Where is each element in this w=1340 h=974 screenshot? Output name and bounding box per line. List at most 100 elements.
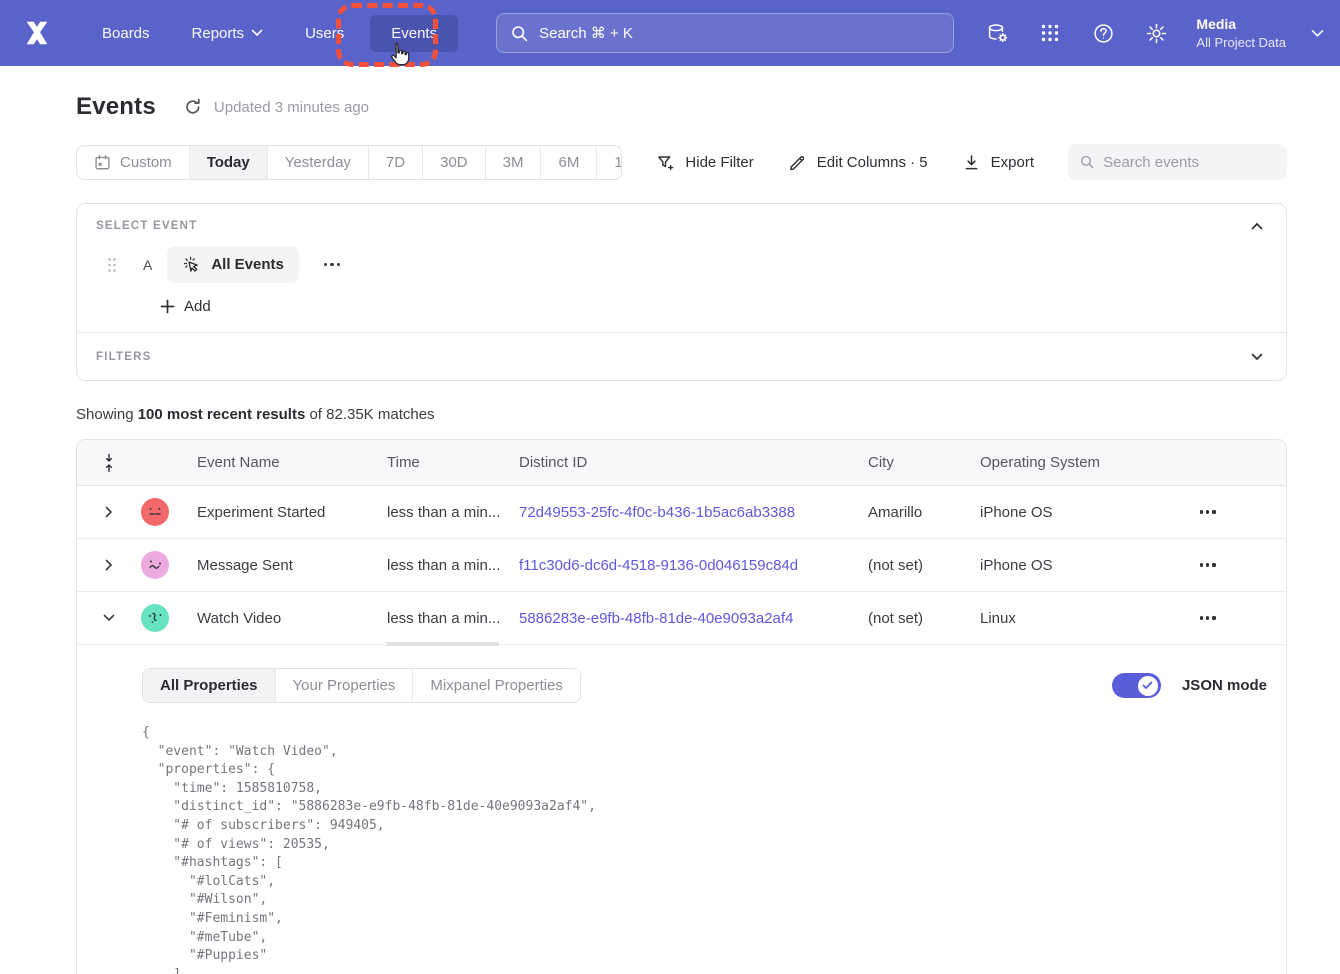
date-range-7d[interactable]: 7D xyxy=(368,146,422,179)
column-header-city[interactable]: City xyxy=(868,454,980,471)
refresh-button[interactable] xyxy=(184,98,202,116)
event-detail-panel: All Properties Your Properties Mixpanel … xyxy=(77,645,1286,974)
column-header-event-name[interactable]: Event Name xyxy=(197,454,387,471)
pencil-icon xyxy=(788,153,807,172)
top-navbar: Boards Reports Users Events Search ⌘ + K xyxy=(0,0,1340,66)
nav-item-boards[interactable]: Boards xyxy=(86,15,166,52)
tab-mixpanel-properties[interactable]: Mixpanel Properties xyxy=(412,669,580,702)
date-range-picker: Custom Today Yesterday 7D 30D 3M 6M 12M xyxy=(76,145,622,180)
event-row-more-button[interactable] xyxy=(318,257,346,272)
drag-handle[interactable] xyxy=(107,257,117,273)
global-search[interactable]: Search ⌘ + K xyxy=(496,13,954,53)
date-range-today[interactable]: Today xyxy=(189,146,267,179)
tab-all-properties[interactable]: All Properties xyxy=(143,669,275,702)
expand-filters-button[interactable] xyxy=(1247,349,1267,365)
chevron-down-icon xyxy=(251,29,263,37)
tab-your-properties[interactable]: Your Properties xyxy=(275,669,413,702)
event-name-cell[interactable]: Watch Video xyxy=(197,610,387,627)
column-header-time[interactable]: Time xyxy=(387,454,519,471)
city-cell: (not set) xyxy=(868,610,980,627)
city-cell: Amarillo xyxy=(868,504,980,521)
event-selector-chip[interactable]: All Events xyxy=(167,246,299,283)
column-header-distinct-id[interactable]: Distinct ID xyxy=(519,454,868,471)
database-gear-icon xyxy=(986,22,1009,45)
global-search-text: Search ⌘ + K xyxy=(539,24,633,42)
magic-cursor-icon xyxy=(182,255,201,274)
results-summary: Showing 100 most recent results of 82.35… xyxy=(76,406,1287,423)
json-mode-toggle[interactable] xyxy=(1112,673,1161,698)
toggle-knob xyxy=(1138,676,1158,696)
time-cell: less than a min... xyxy=(387,557,519,574)
chevron-down-icon xyxy=(1251,353,1263,361)
expand-row-button[interactable] xyxy=(77,554,141,576)
filter-icon xyxy=(656,153,675,172)
chevron-right-icon xyxy=(105,506,113,518)
project-selector[interactable]: Media All Project Data xyxy=(1196,15,1286,51)
export-button[interactable]: Export xyxy=(962,153,1034,172)
add-event-button[interactable]: Add xyxy=(160,298,211,315)
apps-grid-button[interactable] xyxy=(1031,14,1069,52)
date-range-12m[interactable]: 12M xyxy=(596,146,622,179)
event-chip-label: All Events xyxy=(211,256,284,273)
gear-icon xyxy=(1145,22,1168,45)
event-name-cell[interactable]: Message Sent xyxy=(197,557,387,574)
event-name-cell[interactable]: Experiment Started xyxy=(197,504,387,521)
distinct-id-link[interactable]: 72d49553-25fc-4f0c-b436-1b5ac6ab3388 xyxy=(519,504,795,521)
os-cell: iPhone OS xyxy=(980,504,1182,521)
mixpanel-logo-icon xyxy=(22,17,52,49)
horizontal-scrollbar[interactable] xyxy=(386,642,499,646)
date-range-yesterday[interactable]: Yesterday xyxy=(267,146,368,179)
search-icon xyxy=(1080,154,1094,170)
column-header-os[interactable]: Operating System xyxy=(980,454,1182,471)
table-row: Experiment Started less than a min... 72… xyxy=(77,486,1286,539)
help-button[interactable] xyxy=(1084,14,1122,52)
search-events-input[interactable] xyxy=(1103,154,1275,171)
step-letter: A xyxy=(143,257,152,273)
data-management-button[interactable] xyxy=(978,14,1016,52)
project-name: Media xyxy=(1196,15,1286,34)
event-avatar xyxy=(141,604,169,632)
help-icon xyxy=(1092,22,1115,45)
os-cell: iPhone OS xyxy=(980,557,1182,574)
nav-item-events[interactable]: Events xyxy=(370,15,458,52)
search-events-field[interactable] xyxy=(1068,144,1287,180)
chevron-down-icon xyxy=(103,614,115,622)
edit-columns-button[interactable]: Edit Columns · 5 xyxy=(788,153,928,172)
row-more-button[interactable] xyxy=(1194,504,1222,519)
distinct-id-link[interactable]: 5886283e-e9fb-48fb-81de-40e9093a2af4 xyxy=(519,610,793,627)
date-range-3m[interactable]: 3M xyxy=(485,146,541,179)
chevron-right-icon xyxy=(105,559,113,571)
hide-filter-button[interactable]: Hide Filter xyxy=(656,153,753,172)
expand-row-button[interactable] xyxy=(77,501,141,523)
nav-item-users[interactable]: Users xyxy=(289,15,360,52)
chevron-down-icon[interactable] xyxy=(1311,29,1324,38)
collapse-row-button[interactable] xyxy=(77,609,141,627)
properties-tabs: All Properties Your Properties Mixpanel … xyxy=(142,668,581,703)
distinct-id-link[interactable]: f11c30d6-dc6d-4518-9136-0d046159c84d xyxy=(519,557,798,574)
event-json-code: { "event": "Watch Video", "properties": … xyxy=(142,724,1267,974)
search-icon xyxy=(511,25,528,42)
refresh-icon xyxy=(184,98,202,116)
project-scope: All Project Data xyxy=(1196,34,1286,52)
row-more-button[interactable] xyxy=(1194,610,1222,625)
row-more-button[interactable] xyxy=(1194,557,1222,572)
nav-item-reports[interactable]: Reports xyxy=(176,15,280,52)
events-table: Event Name Time Distinct ID City Operati… xyxy=(76,439,1287,974)
time-cell: less than a min... xyxy=(387,504,519,521)
date-range-30d[interactable]: 30D xyxy=(422,146,485,179)
sort-button[interactable] xyxy=(77,453,141,473)
event-avatar xyxy=(141,498,169,526)
calendar-icon xyxy=(94,154,111,171)
chevron-up-icon xyxy=(1251,222,1263,230)
collapse-select-event-button[interactable] xyxy=(1247,218,1267,234)
settings-button[interactable] xyxy=(1137,14,1175,52)
table-header-row: Event Name Time Distinct ID City Operati… xyxy=(77,440,1286,486)
drag-dots-icon xyxy=(107,257,117,273)
date-range-6m[interactable]: 6M xyxy=(540,146,596,179)
date-range-custom[interactable]: Custom xyxy=(77,146,189,179)
updated-timestamp: Updated 3 minutes ago xyxy=(214,99,369,116)
os-cell: Linux xyxy=(980,610,1182,627)
event-avatar xyxy=(141,551,169,579)
mixpanel-logo[interactable] xyxy=(20,17,54,49)
table-row: Message Sent less than a min... f11c30d6… xyxy=(77,539,1286,592)
